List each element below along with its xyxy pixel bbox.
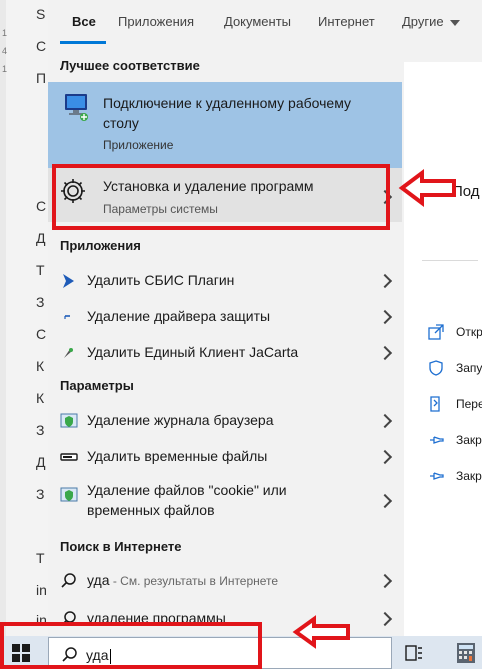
- doc-letter: Д: [36, 454, 46, 470]
- drive-icon: [60, 448, 78, 466]
- doc-letter: Д: [36, 230, 46, 246]
- preview-action-label: Закр: [456, 469, 482, 483]
- section-apps: Приложения: [60, 238, 141, 253]
- background-document: 1 4 1 S С П С Д Т З С К К З Д З Т in in: [0, 0, 49, 636]
- doc-letter: S: [36, 6, 46, 22]
- annotation-highlight-box: [0, 622, 262, 669]
- list-item-label: Удалить СБИС Плагин: [87, 272, 235, 288]
- preview-action-label: Пере: [456, 397, 482, 411]
- browser-shield-icon: [60, 486, 78, 504]
- chevron-right-icon[interactable]: [377, 493, 393, 509]
- chevron-right-icon[interactable]: [377, 449, 393, 465]
- list-item-label: Удаление драйвера защиты: [87, 308, 271, 324]
- doc-letter: С: [36, 198, 47, 214]
- list-item-label: Удалить временные файлы: [87, 448, 268, 464]
- web-query-hint: - См. результаты в Интернете: [109, 574, 279, 588]
- preview-action-label: Запу: [456, 361, 482, 375]
- driver-icon: [60, 308, 78, 326]
- search-tabs: Все Приложения Документы Интернет Другие: [48, 0, 482, 44]
- tab-more[interactable]: Другие: [402, 14, 460, 29]
- list-item-driver[interactable]: Удаление драйвера защиты: [48, 298, 402, 334]
- chevron-right-icon[interactable]: [377, 345, 393, 361]
- browser-shield-icon: [60, 412, 78, 430]
- sbis-app-icon: [60, 272, 78, 290]
- chevron-down-icon: [449, 19, 460, 26]
- divider: [422, 260, 478, 261]
- preview-card: Под Откр Запу Пере Закр Закр: [404, 62, 482, 636]
- pin-icon: [428, 468, 444, 484]
- list-item-web-query[interactable]: уда - См. результаты в Интернете: [48, 562, 402, 598]
- tab-more-label: Другие: [402, 14, 444, 29]
- best-match-title: Подключение к удаленному рабочему столу: [103, 95, 351, 131]
- search-icon: [60, 572, 78, 590]
- calculator-icon[interactable]: [456, 642, 476, 664]
- section-best-match: Лучшее соответствие: [60, 58, 200, 73]
- list-item-label: Удалить Единый Клиент JaCarta: [87, 344, 299, 360]
- best-match-subtitle: Приложение: [103, 138, 174, 152]
- doc-letter: С: [36, 38, 47, 54]
- doc-letter: К: [36, 390, 45, 406]
- chevron-right-icon[interactable]: [377, 611, 393, 627]
- chevron-right-icon[interactable]: [377, 273, 393, 289]
- doc-letter: Т: [36, 550, 45, 566]
- doc-letter: К: [36, 358, 45, 374]
- section-web-search: Поиск в Интернете: [60, 539, 182, 554]
- list-item-jacarta[interactable]: Удалить Единый Клиент JaCarta: [48, 334, 402, 370]
- results-list: Лучшее соответствие Подключение к удален…: [48, 44, 402, 636]
- tab-documents[interactable]: Документы: [224, 14, 291, 29]
- pin-icon: [428, 432, 444, 448]
- preview-action-label: Закр: [456, 433, 482, 447]
- preview-panel: Под Откр Запу Пере Закр Закр: [402, 44, 482, 636]
- doc-letter: З: [36, 294, 45, 310]
- open-icon: [428, 324, 444, 340]
- list-item-temp-files[interactable]: Удалить временные файлы: [48, 438, 402, 474]
- doc-letter: П: [36, 70, 47, 86]
- tab-apps[interactable]: Приложения: [118, 14, 194, 29]
- jacarta-icon: [60, 344, 78, 362]
- tab-internet[interactable]: Интернет: [318, 14, 375, 29]
- chevron-right-icon[interactable]: [377, 413, 393, 429]
- list-item-clear-history[interactable]: Удаление журнала браузера: [48, 402, 402, 438]
- list-item-label: Удаление журнала браузера: [87, 412, 274, 428]
- file-location-icon: [428, 396, 444, 412]
- doc-letter: З: [36, 486, 45, 502]
- chevron-right-icon[interactable]: [377, 573, 393, 589]
- list-item-sbis[interactable]: Удалить СБИС Плагин: [48, 262, 402, 298]
- section-settings: Параметры: [60, 378, 134, 393]
- doc-letter: in: [36, 582, 47, 598]
- shield-icon: [428, 360, 444, 376]
- doc-letter: С: [36, 326, 47, 342]
- task-view-icon[interactable]: [405, 645, 423, 661]
- vertical-ruler: [0, 0, 6, 636]
- annotation-arrow-left-icon: [292, 615, 350, 649]
- doc-letter: З: [36, 422, 45, 438]
- remote-desktop-icon: [64, 92, 90, 122]
- annotation-highlight-box: [52, 164, 390, 230]
- list-item-cookies[interactable]: Удаление файлов "cookie" или временных ф…: [48, 476, 402, 524]
- web-query-label: уда: [87, 572, 110, 588]
- annotation-arrow-left-icon: [398, 169, 456, 207]
- doc-letter: Т: [36, 262, 45, 278]
- preview-action-label: Откр: [456, 325, 482, 339]
- tab-all[interactable]: Все: [72, 14, 96, 29]
- web-query-text: уда - См. результаты в Интернете: [87, 572, 278, 588]
- start-search-panel: Все Приложения Документы Интернет Другие…: [48, 0, 482, 636]
- list-item-label: Удаление файлов "cookie" или временных ф…: [87, 482, 287, 518]
- chevron-right-icon[interactable]: [377, 309, 393, 325]
